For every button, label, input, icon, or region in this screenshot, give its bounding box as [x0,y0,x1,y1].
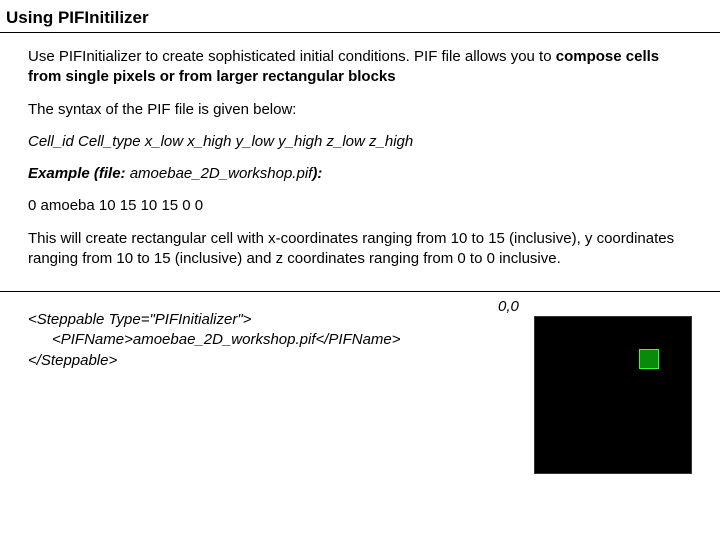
slide-title: Using PIFInitilizer [0,0,720,33]
xml-close-tag: </Steppable> [28,352,117,369]
slide-page: Using PIFInitilizer Use PIFInitializer t… [0,0,720,540]
xml-pifname-open: <PIFName> [52,331,133,348]
example-filename: amoebae_2D_workshop.pif [130,165,313,182]
example-label-a: Example (file: [28,165,130,182]
example-header: Example (file: amoebae_2D_workshop.pif): [28,164,692,184]
intro-text-a: Use PIFInitializer to create sophisticat… [28,48,556,65]
origin-label: 0,0 [498,298,519,315]
lattice-visualization [534,316,692,474]
xml-pifname-close: </PIFName> [316,331,401,348]
syntax-line: Cell_id Cell_type x_low x_high y_low y_h… [28,132,692,152]
explanation: This will create rectangular cell with x… [28,229,692,270]
lower-section: 0,0 <Steppable Type="PIFInitializer"> <P… [0,292,720,371]
slide-body: Use PIFInitializer to create sophisticat… [0,33,720,291]
example-label-c: ): [312,165,322,182]
example-value: 0 amoeba 10 15 10 15 0 0 [28,196,692,216]
xml-open-tag: <Steppable Type="PIFInitializer"> [28,311,251,328]
intro-paragraph: Use PIFInitializer to create sophisticat… [28,47,692,88]
xml-pifname-text: amoebae_2D_workshop.pif [133,331,316,348]
amoeba-cell [639,349,659,369]
syntax-intro: The syntax of the PIF file is given belo… [28,100,692,120]
